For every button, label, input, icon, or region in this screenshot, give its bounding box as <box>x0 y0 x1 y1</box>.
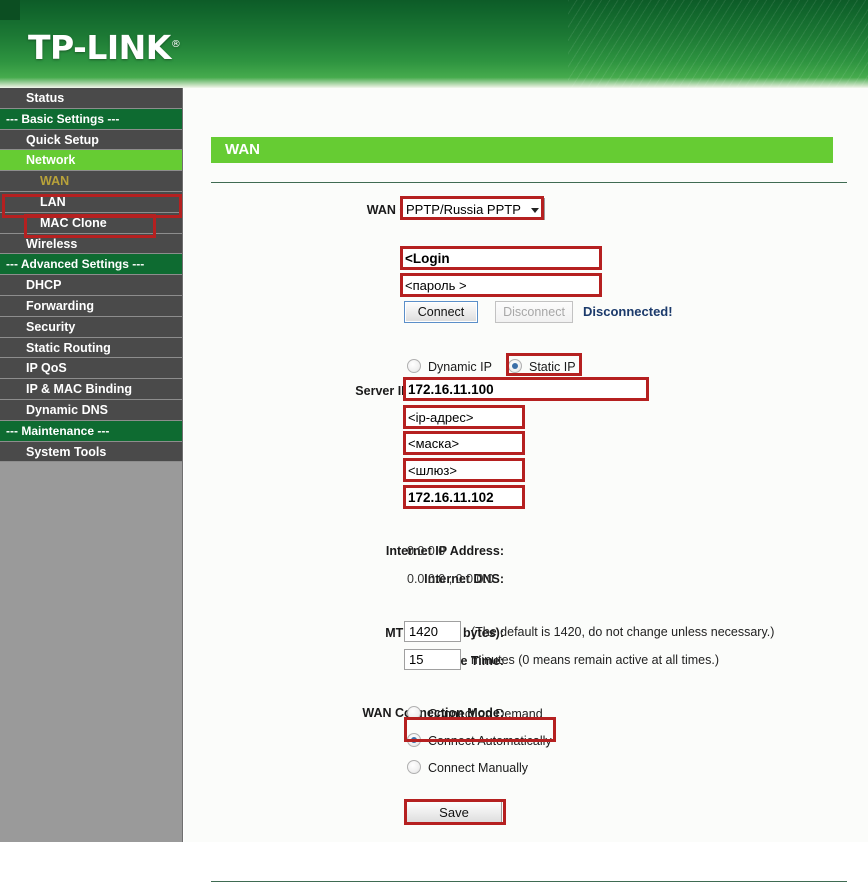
mtu-size-hint: (The default is 1420, do not change unle… <box>471 625 775 639</box>
ip-address-input[interactable]: <ip-адрес> <box>403 407 523 428</box>
sidebar-item-ip-mac-binding[interactable]: IP & MAC Binding <box>0 379 182 400</box>
page-header: TP-LINK® <box>0 0 868 88</box>
dynamic-ip-label: Dynamic IP <box>428 360 492 374</box>
connect-button[interactable]: Connect <box>404 301 478 323</box>
sidebar-item-quick-setup[interactable]: Quick Setup <box>0 129 182 151</box>
sidebar-item-forwarding[interactable]: Forwarding <box>0 295 182 317</box>
sidebar-item-dynamic-dns[interactable]: Dynamic DNS <box>0 399 182 421</box>
sidebar-item-mac-clone[interactable]: MAC Clone <box>0 212 182 234</box>
sidebar-item-dhcp[interactable]: DHCP <box>0 275 182 296</box>
sidebar-item-security[interactable]: Security <box>0 316 182 338</box>
dynamic-ip-option[interactable]: Dynamic IP <box>407 358 492 376</box>
connect-automatically-label: Connect Automatically <box>428 734 552 748</box>
disconnect-button: Disconnect <box>495 301 573 323</box>
sidebar-item-static-routing[interactable]: Static Routing <box>0 337 182 359</box>
connect-automatically-radio[interactable] <box>407 733 421 747</box>
wan-connection-type-select[interactable]: PPTP/Russia PPTP <box>400 198 545 220</box>
header-decorative-stripes <box>568 0 868 88</box>
tp-link-logo: TP-LINK® <box>28 28 181 67</box>
sidebar-section-advanced-settings: --- Advanced Settings --- <box>0 254 182 276</box>
sidebar-item-system-tools[interactable]: System Tools <box>0 441 182 463</box>
sidebar-item-wireless[interactable]: Wireless <box>0 233 182 255</box>
connect-manually-label: Connect Manually <box>428 761 529 775</box>
main-content: WAN WAN Connection Type: PPTP/Russia PPT… <box>184 88 868 882</box>
connect-on-demand-label: Connect on Demand <box>428 707 543 721</box>
internet-ip-value: 0.0.0.0 <box>407 544 446 558</box>
trademark-symbol: ® <box>170 39 181 50</box>
logo-text: TP-LINK <box>28 28 171 67</box>
sidebar-menu-list: Status --- Basic Settings --- Quick Setup N… <box>0 88 182 463</box>
chevron-down-icon <box>531 208 539 213</box>
mtu-size-input[interactable]: 1420 <box>404 621 461 642</box>
user-name-input[interactable]: <Login <box>400 248 600 269</box>
dynamic-ip-radio[interactable] <box>407 359 421 373</box>
header-corner-block <box>0 0 20 20</box>
sidebar-item-ip-qos[interactable]: IP QoS <box>0 358 182 380</box>
max-idle-time-hint: minutes (0 means remain active at all ti… <box>471 653 720 667</box>
connect-automatically-option[interactable]: Connect Automatically <box>407 732 552 750</box>
connect-on-demand-radio[interactable] <box>407 706 421 720</box>
subnet-mask-input[interactable]: <маска> <box>403 433 523 454</box>
connection-status: Disconnected! <box>583 304 673 319</box>
server-ip-input[interactable]: 172.16.11.100 <box>403 379 647 400</box>
sidebar-empty-area <box>0 485 182 842</box>
static-ip-option[interactable]: Static IP <box>508 358 576 376</box>
save-button[interactable]: Save <box>406 801 502 824</box>
sidebar-item-status[interactable]: Status <box>0 88 182 109</box>
password-input[interactable]: <пароль > <box>400 275 600 296</box>
connect-manually-radio[interactable] <box>407 760 421 774</box>
dns-input[interactable]: 172.16.11.102 <box>403 487 523 508</box>
internet-ip-label: Internet IP Address: <box>385 544 504 558</box>
sidebar-item-lan[interactable]: LAN <box>0 191 182 213</box>
static-ip-label: Static IP <box>529 360 576 374</box>
connect-on-demand-option[interactable]: Connect on Demand <box>407 705 543 723</box>
page-title: WAN <box>211 137 833 163</box>
static-ip-radio[interactable] <box>508 359 522 373</box>
max-idle-time-input[interactable]: 15 <box>404 649 461 670</box>
connect-manually-option[interactable]: Connect Manually <box>407 759 528 777</box>
default-gateway-input[interactable]: <шлюз> <box>403 460 523 481</box>
divider-top <box>211 182 847 183</box>
sidebar-section-maintenance: --- Maintenance --- <box>0 420 182 442</box>
sidebar-item-network[interactable]: Network <box>0 150 182 172</box>
internet-dns-value: 0.0.0.0 , 0.0.0.0 <box>407 572 494 586</box>
sidebar-section-basic-settings: --- Basic Settings --- <box>0 108 182 130</box>
wan-connection-type-value: PPTP/Russia PPTP <box>406 202 521 217</box>
sidebar-navigation: Status --- Basic Settings --- Quick Setup N… <box>0 88 183 842</box>
sidebar-item-wan[interactable]: WAN <box>0 171 182 192</box>
